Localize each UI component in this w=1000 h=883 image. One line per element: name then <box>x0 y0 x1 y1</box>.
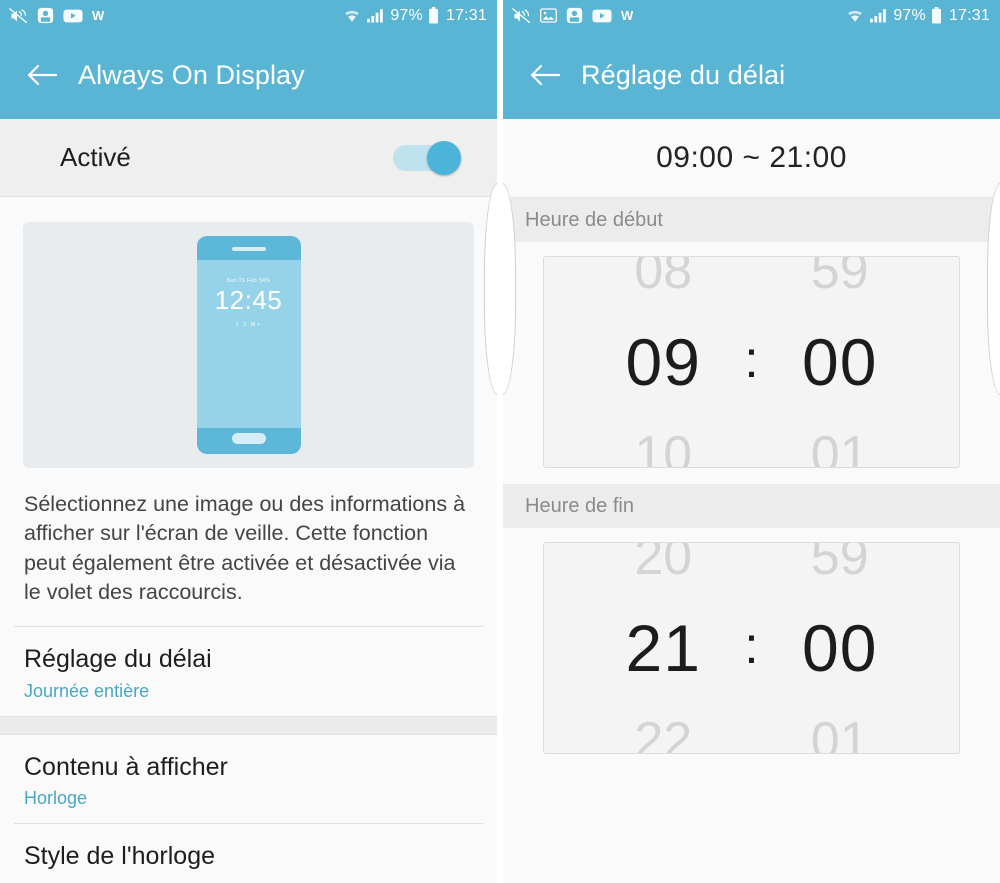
start-minute-prev[interactable]: 59 <box>765 257 915 297</box>
start-time-picker[interactable]: 08 09 10 : 59 00 01 <box>543 256 960 468</box>
signal-icon <box>870 9 887 23</box>
signal-icon <box>367 9 384 23</box>
status-bar-notification-icons: W <box>512 7 633 24</box>
list-item-subtitle: Journée entière <box>24 680 150 701</box>
wifi-icon <box>345 10 360 22</box>
always-on-display-toggle-row[interactable]: Activé <box>0 119 497 197</box>
download-icon <box>37 7 54 24</box>
end-hour-prev[interactable]: 20 <box>588 543 738 583</box>
list-item-content-to-display[interactable]: Contenu à afficher Horloge <box>0 735 497 824</box>
status-bar-screen1: W 97% 17:31 <box>0 0 497 31</box>
end-time-separator: : <box>744 617 759 675</box>
preview-date-label: Sun 21 Feb 34% <box>226 278 271 284</box>
w-icon: W <box>92 8 105 23</box>
start-hour-next[interactable]: 10 <box>588 429 738 467</box>
start-time-picker-zone: 08 09 10 : 59 00 01 <box>503 242 1000 484</box>
preview-subtext-label: 1 2 M+ <box>235 322 262 328</box>
start-hour-prev[interactable]: 08 <box>588 257 738 297</box>
start-minute-column[interactable]: 59 00 01 <box>765 257 915 467</box>
start-minute-current[interactable]: 00 <box>802 329 877 395</box>
w-icon: W <box>621 8 634 23</box>
dual-screenshot: W 97% 17:31 Always On Display Activé Sun… <box>0 0 1000 883</box>
time-range-label: 09:00 ~ 21:00 <box>656 141 847 174</box>
end-minute-column[interactable]: 59 00 01 <box>765 543 915 753</box>
preview-clock-label: 12:45 <box>214 285 283 315</box>
clock-label: 17:31 <box>445 6 487 24</box>
back-button[interactable] <box>523 53 567 97</box>
end-time-picker[interactable]: 20 21 22 : 59 00 01 <box>543 542 960 754</box>
download-icon <box>566 7 583 24</box>
end-hour-column[interactable]: 20 21 22 <box>588 543 738 753</box>
phone-speaker <box>231 247 266 251</box>
status-bar-system-icons: 97% 17:31 <box>846 7 990 25</box>
screen-always-on-display: W 97% 17:31 Always On Display Activé Sun… <box>0 0 497 883</box>
end-minute-current[interactable]: 00 <box>802 615 877 681</box>
app-bar-screen1: Always On Display <box>0 31 497 119</box>
end-minute-next[interactable]: 01 <box>765 715 915 753</box>
always-on-display-switch[interactable] <box>393 140 461 175</box>
app-bar-screen2: Réglage du délai <box>503 31 1000 119</box>
settings-list: Réglage du délai Journée entière Contenu… <box>0 625 497 883</box>
end-time-section-label: Heure de fin <box>503 484 1000 528</box>
preview-card: Sun 21 Feb 34% 12:45 1 2 M+ <box>23 222 474 468</box>
phone-screen: Sun 21 Feb 34% 12:45 1 2 M+ <box>196 260 301 428</box>
status-bar-screen2: W 97% 17:31 <box>503 0 1000 31</box>
mute-icon <box>512 7 531 23</box>
description-text: Sélectionnez une image ou des informatio… <box>0 468 497 626</box>
end-hour-current[interactable]: 21 <box>626 615 701 681</box>
start-minute-next[interactable]: 01 <box>765 429 915 467</box>
section-separator <box>0 715 497 735</box>
start-time-separator: : <box>744 331 759 389</box>
start-hour-current[interactable]: 09 <box>626 329 701 395</box>
mute-icon <box>9 7 28 23</box>
switch-thumb <box>427 140 461 175</box>
image-icon <box>540 8 557 23</box>
battery-percent-label: 97% <box>893 6 926 24</box>
battery-icon <box>428 7 438 24</box>
clock-label: 17:31 <box>948 6 990 24</box>
phone-mockup: Sun 21 Feb 34% 12:45 1 2 M+ <box>196 236 301 454</box>
screen-delay-setting: W 97% 17:31 Réglage du délai 09:00 ~ 21:… <box>503 0 1000 883</box>
status-bar-system-icons: 97% 17:31 <box>343 7 487 25</box>
battery-percent-label: 97% <box>390 6 423 24</box>
list-item-delay-setting[interactable]: Réglage du délai Journée entière <box>0 627 497 716</box>
time-range-header: 09:00 ~ 21:00 <box>503 119 1000 198</box>
back-button[interactable] <box>20 53 64 97</box>
page-title: Always On Display <box>78 59 305 90</box>
list-item-title: Contenu à afficher <box>24 752 228 781</box>
arrow-left-icon <box>27 64 58 86</box>
preview-illustration-wrap: Sun 21 Feb 34% 12:45 1 2 M+ <box>0 197 497 468</box>
end-time-picker-zone: 20 21 22 : 59 00 01 <box>503 528 1000 770</box>
phone-home-button <box>231 433 266 444</box>
list-item-title: Réglage du délai <box>24 644 212 673</box>
battery-icon <box>931 7 941 24</box>
end-minute-prev[interactable]: 59 <box>765 543 915 583</box>
arrow-left-icon <box>530 64 561 86</box>
youtube-icon <box>592 9 612 22</box>
toggle-label: Activé <box>60 142 131 172</box>
wifi-icon <box>848 10 863 22</box>
youtube-icon <box>63 9 83 22</box>
end-hour-next[interactable]: 22 <box>588 715 738 753</box>
status-bar-notification-icons: W <box>9 7 104 24</box>
list-item-title: Style de l'horloge <box>24 842 216 871</box>
page-title: Réglage du délai <box>581 59 786 90</box>
list-item-subtitle: Horloge <box>24 788 88 809</box>
list-item-clock-style[interactable]: Style de l'horloge <box>0 824 497 883</box>
start-hour-column[interactable]: 08 09 10 <box>588 257 738 467</box>
start-time-section-label: Heure de début <box>503 198 1000 242</box>
